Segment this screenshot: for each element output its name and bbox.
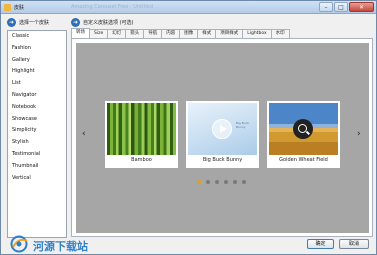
skin-item-thumbnail[interactable]: Thumbnail [8, 161, 66, 173]
carousel-item-bamboo[interactable]: Bamboo [105, 101, 178, 168]
skin-dialog: 皮肤 Amazing Carousel Free - Untitled – □ … [0, 0, 377, 255]
watermark: 河源下载站 [9, 235, 109, 253]
minimize-button[interactable]: – [319, 2, 333, 12]
zoom-icon[interactable] [293, 119, 313, 139]
options-tabs: 转场 Size 幻灯 箭头 导航 内容 图像 样式 项目样式 Lightbox … [71, 28, 290, 38]
preview-panel: ‹ › Bamboo Big Buck Bunny Big Buck Bunny… [71, 38, 373, 237]
window-title-ghost: Amazing Carousel Free - Untitled [71, 4, 154, 10]
skin-item-gallery[interactable]: Gallery [8, 55, 66, 67]
tab-arrows[interactable]: 箭头 [125, 29, 145, 38]
skin-item-classic[interactable]: Classic [8, 31, 66, 43]
carousel-dot[interactable] [242, 180, 246, 184]
tab-navigation[interactable]: 导航 [143, 29, 163, 38]
window-title: 皮肤 [14, 5, 25, 11]
carousel-dots [197, 180, 246, 184]
big-buck-bunny-thumbnail: Big Buck Bunny [188, 103, 257, 155]
choose-skin-label: 选择一个皮肤 [19, 20, 50, 26]
tab-content[interactable]: 内容 [161, 29, 181, 38]
custom-options-label: 自定义皮肤选项 (可选) [83, 20, 134, 26]
watermark-text: 河源下载站 [33, 240, 88, 253]
tab-style[interactable]: 样式 [197, 29, 217, 38]
app-icon [4, 4, 11, 11]
skin-list[interactable]: Classic Fashion Gallery Highlight List N… [7, 30, 67, 238]
golden-wheat-thumbnail [269, 103, 338, 155]
skin-item-vertical[interactable]: Vertical [8, 173, 66, 185]
tab-slideshow[interactable]: 幻灯 [107, 29, 127, 38]
skin-item-highlight[interactable]: Highlight [8, 66, 66, 78]
carousel-preview: ‹ › Bamboo Big Buck Bunny Big Buck Bunny… [76, 43, 369, 233]
tab-item-style[interactable]: 项目样式 [215, 29, 244, 38]
play-icon[interactable] [212, 119, 232, 139]
arrow-right-icon: ➜ [7, 18, 16, 27]
skin-item-list[interactable]: List [8, 78, 66, 90]
carousel-dot[interactable] [233, 180, 237, 184]
skin-item-stylish[interactable]: Stylish [8, 137, 66, 149]
carousel-dot[interactable] [197, 180, 201, 184]
prev-arrow-icon[interactable]: ‹ [82, 129, 86, 139]
carousel-dot[interactable] [206, 180, 210, 184]
cancel-button[interactable]: 取消 [339, 239, 369, 249]
arrow-right-icon: ➜ [71, 18, 80, 27]
site-logo-icon [10, 235, 28, 253]
tab-watermark[interactable]: 水印 [270, 29, 290, 38]
tab-size[interactable]: Size [89, 29, 109, 38]
carousel-dot[interactable] [215, 180, 219, 184]
carousel-dot[interactable] [224, 180, 228, 184]
tab-lightbox[interactable]: Lightbox [242, 29, 272, 38]
skin-item-navigator[interactable]: Navigator [8, 90, 66, 102]
item-caption: Bamboo [131, 157, 152, 163]
skin-item-testimonial[interactable]: Testimonial [8, 149, 66, 161]
item-caption: Golden Wheat Field [279, 157, 328, 163]
skin-item-notebook[interactable]: Notebook [8, 102, 66, 114]
close-button[interactable]: ✕ [349, 2, 374, 12]
tab-transition[interactable]: 转场 [71, 28, 90, 38]
skin-item-simplicity[interactable]: Simplicity [8, 125, 66, 137]
skin-item-showcase[interactable]: Showcase [8, 114, 66, 126]
tab-image[interactable]: 图像 [179, 29, 199, 38]
title-bar: 皮肤 Amazing Carousel Free - Untitled – □ … [1, 1, 376, 14]
maximize-button[interactable]: □ [334, 2, 348, 12]
bamboo-thumbnail [107, 103, 176, 155]
item-caption: Big Buck Bunny [202, 157, 243, 163]
skin-item-fashion[interactable]: Fashion [8, 43, 66, 55]
ok-button[interactable]: 确定 [307, 239, 334, 249]
carousel-item-golden-wheat-field[interactable]: Golden Wheat Field [267, 101, 340, 168]
thumbnail-text: Big Buck Bunny [236, 121, 250, 129]
carousel-item-big-buck-bunny[interactable]: Big Buck Bunny Big Buck Bunny [186, 101, 259, 168]
next-arrow-icon[interactable]: › [357, 129, 361, 139]
